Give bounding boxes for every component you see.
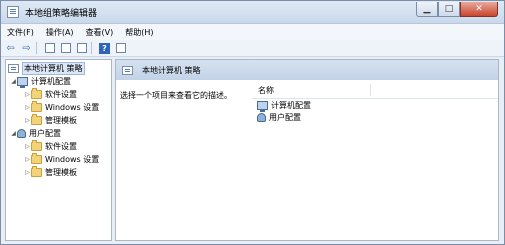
folder-icon (31, 113, 42, 125)
menu-help[interactable]: 帮助(H) (119, 27, 159, 38)
tree-item-windows-settings[interactable]: ▷ Windows 设置 (24, 100, 100, 113)
tree-item-software-settings[interactable]: ▷ 软件设置 (24, 139, 77, 152)
folder-icon (31, 100, 42, 112)
show-hide-tree-icon[interactable] (43, 42, 56, 54)
tree-item-label: Windows 设置 (45, 102, 100, 112)
user-icon (17, 128, 26, 138)
folder-icon (31, 152, 42, 164)
show-action-pane-icon[interactable] (114, 42, 127, 54)
collapse-arrow-icon[interactable]: ◢ (10, 130, 17, 137)
tree-item-local-computer-policy[interactable]: 本地计算机 策略 (8, 61, 85, 75)
toolbar-divider (91, 42, 92, 54)
expand-arrow-icon[interactable]: ▷ (24, 104, 31, 111)
policy-icon (8, 63, 19, 73)
back-arrow-icon[interactable]: ⇦ (4, 42, 17, 54)
export-list-icon[interactable] (75, 42, 88, 54)
list-item-label: 用户配置 (269, 112, 301, 122)
tree-item-label: 管理模板 (45, 115, 77, 125)
tree-item-admin-templates[interactable]: ▷ 管理模板 (24, 165, 77, 178)
tree-item-computer-config[interactable]: ◢ 计算机配置 (10, 75, 71, 88)
policy-icon (122, 65, 133, 75)
menu-bar: 文件(F) 操作(A) 查看(V) 帮助(H) (1, 24, 504, 40)
window-controls: ▁ □ ✕ (416, 2, 498, 18)
tree-item-label: Windows 设置 (45, 154, 100, 164)
tree-item-label: 软件设置 (45, 141, 77, 151)
expand-arrow-icon[interactable]: ▷ (24, 169, 31, 176)
computer-icon (17, 76, 28, 88)
tree-item-label: 计算机配置 (31, 76, 71, 86)
list-item-computer-config[interactable]: 计算机配置 (252, 99, 498, 112)
details-pane: 本地计算机 策略 选择一个项目来查看它的描述。 名称 计算机配置 用户配置 (115, 59, 499, 241)
folder-icon (31, 165, 42, 177)
folder-icon (31, 87, 42, 99)
menu-action[interactable]: 操作(A) (40, 27, 80, 38)
column-header-name[interactable]: 名称 (252, 82, 498, 99)
expand-arrow-icon[interactable]: ▷ (24, 143, 31, 150)
app-icon (7, 6, 19, 18)
description-text: 选择一个项目来查看它的描述。 (120, 91, 232, 100)
folder-icon (31, 139, 42, 151)
menu-view[interactable]: 查看(V) (80, 27, 120, 38)
properties-icon[interactable] (59, 42, 72, 54)
minimize-button[interactable]: ▁ (416, 2, 438, 17)
window-title: 本地组策略编辑器 (25, 9, 98, 19)
tree-item-label: 用户配置 (29, 128, 61, 138)
tree-item-admin-templates[interactable]: ▷ 管理模板 (24, 113, 77, 126)
collapse-arrow-icon[interactable]: ◢ (10, 78, 17, 85)
expand-arrow-icon[interactable]: ▷ (24, 117, 31, 124)
menu-file[interactable]: 文件(F) (1, 27, 40, 38)
tree-item-label: 本地计算机 策略 (22, 61, 85, 75)
list-item-label: 计算机配置 (271, 100, 311, 110)
item-list: 名称 计算机配置 用户配置 (252, 82, 498, 123)
forward-arrow-icon[interactable]: ⇨ (20, 42, 33, 54)
toolbar-divider (36, 42, 37, 54)
tree-item-label: 软件设置 (45, 89, 77, 99)
close-button[interactable]: ✕ (460, 2, 498, 17)
computer-icon (257, 100, 268, 112)
expand-arrow-icon[interactable]: ▷ (24, 156, 31, 163)
maximize-button[interactable]: □ (438, 2, 460, 17)
tree-item-windows-settings[interactable]: ▷ Windows 设置 (24, 152, 100, 165)
details-title: 本地计算机 策略 (142, 65, 201, 75)
expand-arrow-icon[interactable]: ▷ (24, 91, 31, 98)
user-icon (257, 112, 266, 122)
details-header: 本地计算机 策略 (116, 60, 498, 80)
group-policy-editor-window: 本地组策略编辑器 ▁ □ ✕ 文件(F) 操作(A) 查看(V) 帮助(H) ⇦… (0, 0, 505, 245)
toolbar: ⇦ ⇨ ? (1, 40, 504, 57)
list-item-user-config[interactable]: 用户配置 (252, 111, 498, 123)
title-bar: 本地组策略编辑器 ▁ □ ✕ (1, 1, 504, 24)
navigation-tree: 本地计算机 策略 ◢ 计算机配置 ▷ 软件设置 ▷ Windows 设置 ▷ 管… (5, 59, 112, 241)
tree-item-user-config[interactable]: ◢ 用户配置 (10, 127, 61, 139)
tree-item-software-settings[interactable]: ▷ 软件设置 (24, 87, 77, 100)
tree-item-label: 管理模板 (45, 167, 77, 177)
help-icon[interactable]: ? (98, 42, 111, 54)
